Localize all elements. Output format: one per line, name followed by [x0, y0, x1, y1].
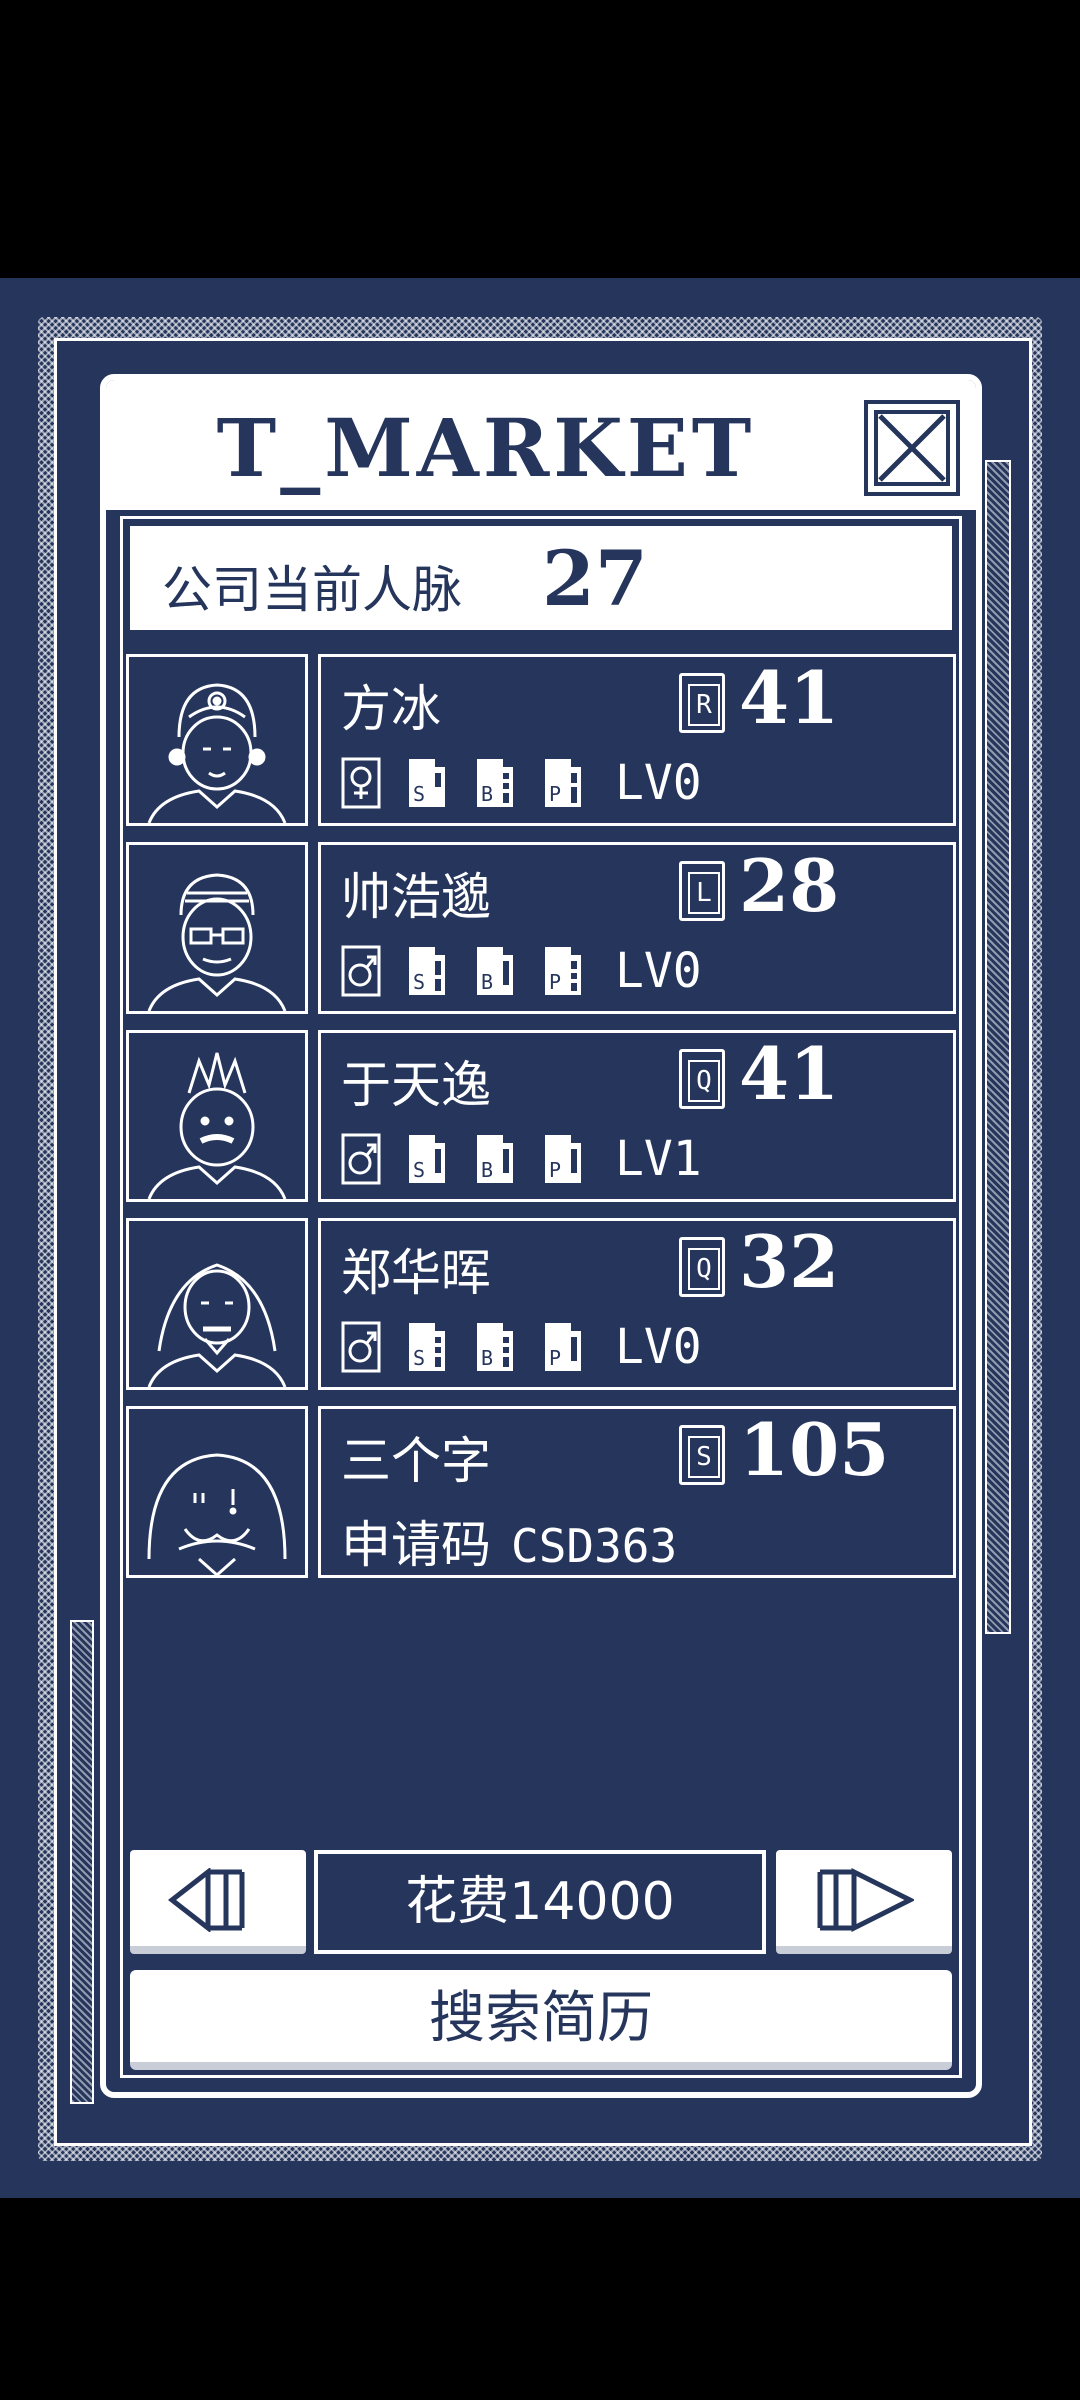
svg-text:S: S [413, 970, 425, 994]
prev-page-button[interactable] [130, 1850, 306, 1954]
stat-b-icon: B [477, 947, 513, 995]
candidate-info: 郑华晖 Q 32 S B P LV0 [318, 1218, 956, 1390]
application-code-label: 申请码 [341, 1516, 491, 1574]
svg-text:P: P [549, 1346, 561, 1370]
avatar [126, 1218, 308, 1390]
stat-p-icon: P [545, 1323, 581, 1371]
stat-row: S B P LV0 [341, 753, 702, 813]
stat-b-icon: B [477, 1323, 513, 1371]
stat-s-icon: S [409, 1323, 445, 1371]
candidate-name: 三个字 [341, 1432, 491, 1490]
male-icon [341, 945, 381, 997]
candidate-level: LV1 [615, 1131, 702, 1187]
close-x-icon [874, 410, 950, 486]
bald-male-portrait-icon [147, 1263, 287, 1387]
male-icon [341, 1133, 381, 1185]
svg-text:B: B [481, 1346, 493, 1370]
stat-s-icon: S [409, 759, 445, 807]
candidate-level: LV0 [615, 1319, 702, 1375]
network-box: 公司当前人脉 27 [130, 526, 952, 630]
left-rail [70, 1620, 94, 2104]
candidate-level: LV0 [615, 943, 702, 999]
next-page-button[interactable] [776, 1850, 952, 1954]
svg-text:B: B [481, 1158, 493, 1182]
stat-row: S B P LV0 [341, 941, 702, 1001]
svg-text:P: P [549, 970, 561, 994]
male-icon [341, 1321, 381, 1373]
candidate-name: 于天逸 [341, 1056, 491, 1114]
candidate-name: 郑华晖 [341, 1244, 491, 1302]
male-glasses-portrait-icon [147, 873, 287, 1011]
avatar [126, 1030, 308, 1202]
next-page-icon [817, 1868, 914, 1932]
svg-text:S: S [413, 1158, 425, 1182]
stat-s-icon: S [409, 1135, 445, 1183]
panel-title: T_MARKET [216, 401, 756, 495]
close-button[interactable] [864, 400, 960, 496]
candidate-card[interactable]: 三个字 S 105 申请码 CSD363 [126, 1406, 956, 1578]
candidate-info: 三个字 S 105 申请码 CSD363 [318, 1406, 956, 1578]
rank-badge: Q [679, 1049, 725, 1109]
network-label: 公司当前人脉 [162, 561, 462, 619]
rank-badge: S [679, 1425, 725, 1485]
svg-text:S: S [413, 782, 425, 806]
svg-text:P: P [549, 782, 561, 806]
rank-badge: R [679, 673, 725, 733]
search-resume-button[interactable]: 搜索简历 [130, 1970, 952, 2070]
avatar [126, 842, 308, 1014]
stat-b-icon: B [477, 1135, 513, 1183]
avatar [126, 654, 308, 826]
avatar [126, 1406, 308, 1578]
stat-row: S B P LV0 [341, 1317, 702, 1377]
stat-p-icon: P [545, 1135, 581, 1183]
candidate-name: 帅浩邈 [341, 868, 491, 926]
candidate-score: 28 [739, 843, 840, 928]
application-code: CSD363 [511, 1519, 678, 1573]
candidate-score: 105 [739, 1407, 890, 1492]
candidate-score: 41 [739, 655, 840, 740]
rank-badge: Q [679, 1237, 725, 1297]
candidate-info: 于天逸 Q 41 S B P LV1 [318, 1030, 956, 1202]
network-value: 27 [542, 534, 648, 623]
candidate-score: 32 [739, 1219, 840, 1304]
candidate-name: 方冰 [341, 680, 441, 738]
right-rail [985, 460, 1011, 1634]
stat-p-icon: P [545, 759, 581, 807]
market-panel: T_MARKET 公司当前人脉 27 方冰 R 41 S B P LV0 帅浩邈… [100, 374, 982, 2098]
application-code-row: 申请码 CSD363 [341, 1505, 677, 1577]
female-icon [341, 757, 381, 809]
mushroom-portrait-icon [147, 1453, 287, 1575]
stat-p-icon: P [545, 947, 581, 995]
svg-text:B: B [481, 782, 493, 806]
candidate-info: 方冰 R 41 S B P LV0 [318, 654, 956, 826]
stat-b-icon: B [477, 759, 513, 807]
stat-s-icon: S [409, 947, 445, 995]
candidate-card[interactable]: 帅浩邈 L 28 S B P LV0 [126, 842, 956, 1014]
candidate-score: 41 [739, 1031, 840, 1116]
svg-text:P: P [549, 1158, 561, 1182]
candidate-info: 帅浩邈 L 28 S B P LV0 [318, 842, 956, 1014]
male-mustache-portrait-icon [147, 1052, 287, 1199]
rank-badge: L [679, 861, 725, 921]
candidate-card[interactable]: 于天逸 Q 41 S B P LV1 [126, 1030, 956, 1202]
candidate-card[interactable]: 郑华晖 Q 32 S B P LV0 [126, 1218, 956, 1390]
candidate-card[interactable]: 方冰 R 41 S B P LV0 [126, 654, 956, 826]
stat-row: S B P LV1 [341, 1129, 702, 1189]
svg-text:B: B [481, 970, 493, 994]
cost-display: 花费14000 [314, 1850, 766, 1954]
title-bar: T_MARKET [106, 380, 976, 510]
candidate-level: LV0 [615, 755, 702, 811]
prev-page-icon [168, 1868, 245, 1932]
svg-text:S: S [413, 1346, 425, 1370]
female-portrait-icon [147, 683, 287, 823]
